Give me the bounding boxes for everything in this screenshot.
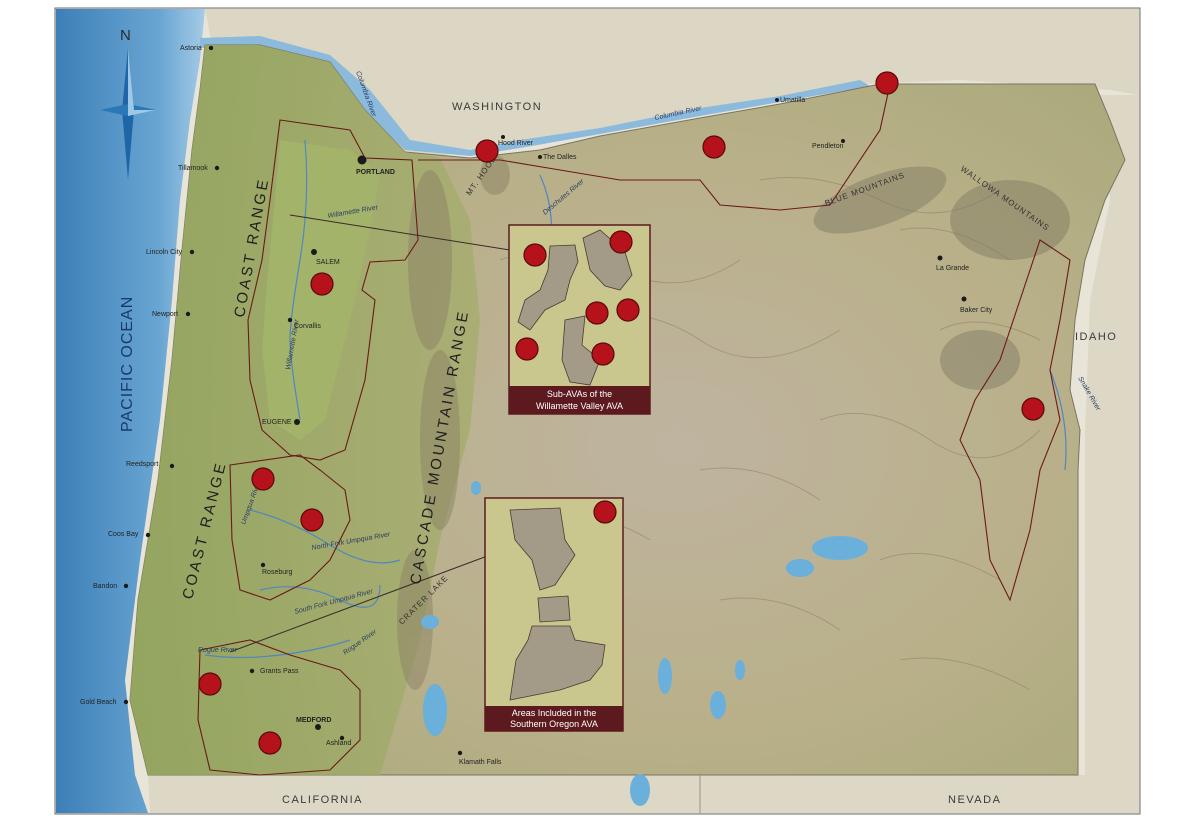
city-grants-pass: Grants Pass: [260, 668, 299, 675]
ava-marker-applegate-valley[interactable]: [198, 672, 222, 696]
willamette-inset-caption-line2: Willamette Valley AVA: [536, 401, 623, 411]
ava-marker-umpqua-valley[interactable]: [300, 508, 324, 532]
city-gold-beach: Gold Beach: [80, 699, 117, 706]
ava-marker-inset-5[interactable]: [515, 337, 539, 361]
ava-marker-inset-2[interactable]: [609, 230, 633, 254]
city-ashland: Ashland: [326, 740, 351, 747]
city-pendleton: Pendleton: [812, 143, 844, 150]
southern-oregon-inset: Areas Included in the Southern Oregon AV…: [484, 497, 624, 732]
ava-marker-snake-river-valley[interactable]: [1021, 397, 1045, 421]
idaho-label: IDAHO: [1075, 331, 1117, 343]
ava-marker-inset-1[interactable]: [523, 243, 547, 267]
ava-marker-elkton[interactable]: [251, 467, 275, 491]
washington-label: WASHINGTON: [452, 101, 542, 113]
city-baker-city: Baker City: [960, 307, 993, 314]
oregon-ava-map: N PACIFIC OCEAN WASHINGTON IDAHO CALIFOR…: [54, 7, 1141, 815]
city-newport: Newport: [152, 311, 178, 318]
city-eugene: EUGENE: [262, 419, 292, 426]
city-hood-river: Hood River: [498, 140, 534, 147]
city-medford: MEDFORD: [296, 717, 331, 724]
city-roseburg: Roseburg: [262, 569, 292, 576]
ava-marker-rogue-valley[interactable]: [258, 731, 282, 755]
city-coos-bay: Coos Bay: [108, 531, 139, 538]
city-lincoln-city: Lincoln City: [146, 249, 183, 256]
city-portland: PORTLAND: [356, 169, 395, 176]
pacific-ocean-label: PACIFIC OCEAN: [119, 296, 136, 432]
city-salem: SALEM: [316, 259, 340, 266]
city-astoria: Astoria: [180, 45, 202, 52]
compass-north-label: N: [120, 27, 131, 44]
southern-inset-caption-line2: Southern Oregon AVA: [510, 719, 598, 729]
willamette-inset-caption-line1: Sub-AVAs of the: [547, 389, 612, 399]
city-the-dalles: The Dalles: [543, 154, 577, 161]
city-umatilla: Umatilla: [780, 97, 805, 104]
rogue-river-label-west: Rogue River: [198, 647, 238, 654]
city-corvallis: Corvallis: [294, 323, 321, 330]
southern-inset-caption-line1: Areas Included in the: [512, 708, 597, 718]
ava-marker-inset-6[interactable]: [591, 342, 615, 366]
ava-marker-inset-4[interactable]: [616, 298, 640, 322]
ava-marker-columbia-gorge[interactable]: [475, 139, 499, 163]
city-tillamook: Tillamook: [178, 165, 208, 172]
city-la-grande: La Grande: [936, 265, 969, 272]
california-label: CALIFORNIA: [282, 794, 363, 806]
city-reedsport: Reedsport: [126, 461, 158, 468]
ava-marker-inset-3[interactable]: [585, 301, 609, 325]
city-klamath-falls: Klamath Falls: [459, 759, 502, 766]
ava-marker-southern-inset[interactable]: [593, 500, 617, 524]
ava-marker-walla-walla[interactable]: [875, 71, 899, 95]
city-bandon: Bandon: [93, 583, 117, 590]
nevada-label: NEVADA: [948, 794, 1001, 806]
ava-marker-columbia-valley[interactable]: [702, 135, 726, 159]
ava-marker-willamette-valley[interactable]: [310, 272, 334, 296]
